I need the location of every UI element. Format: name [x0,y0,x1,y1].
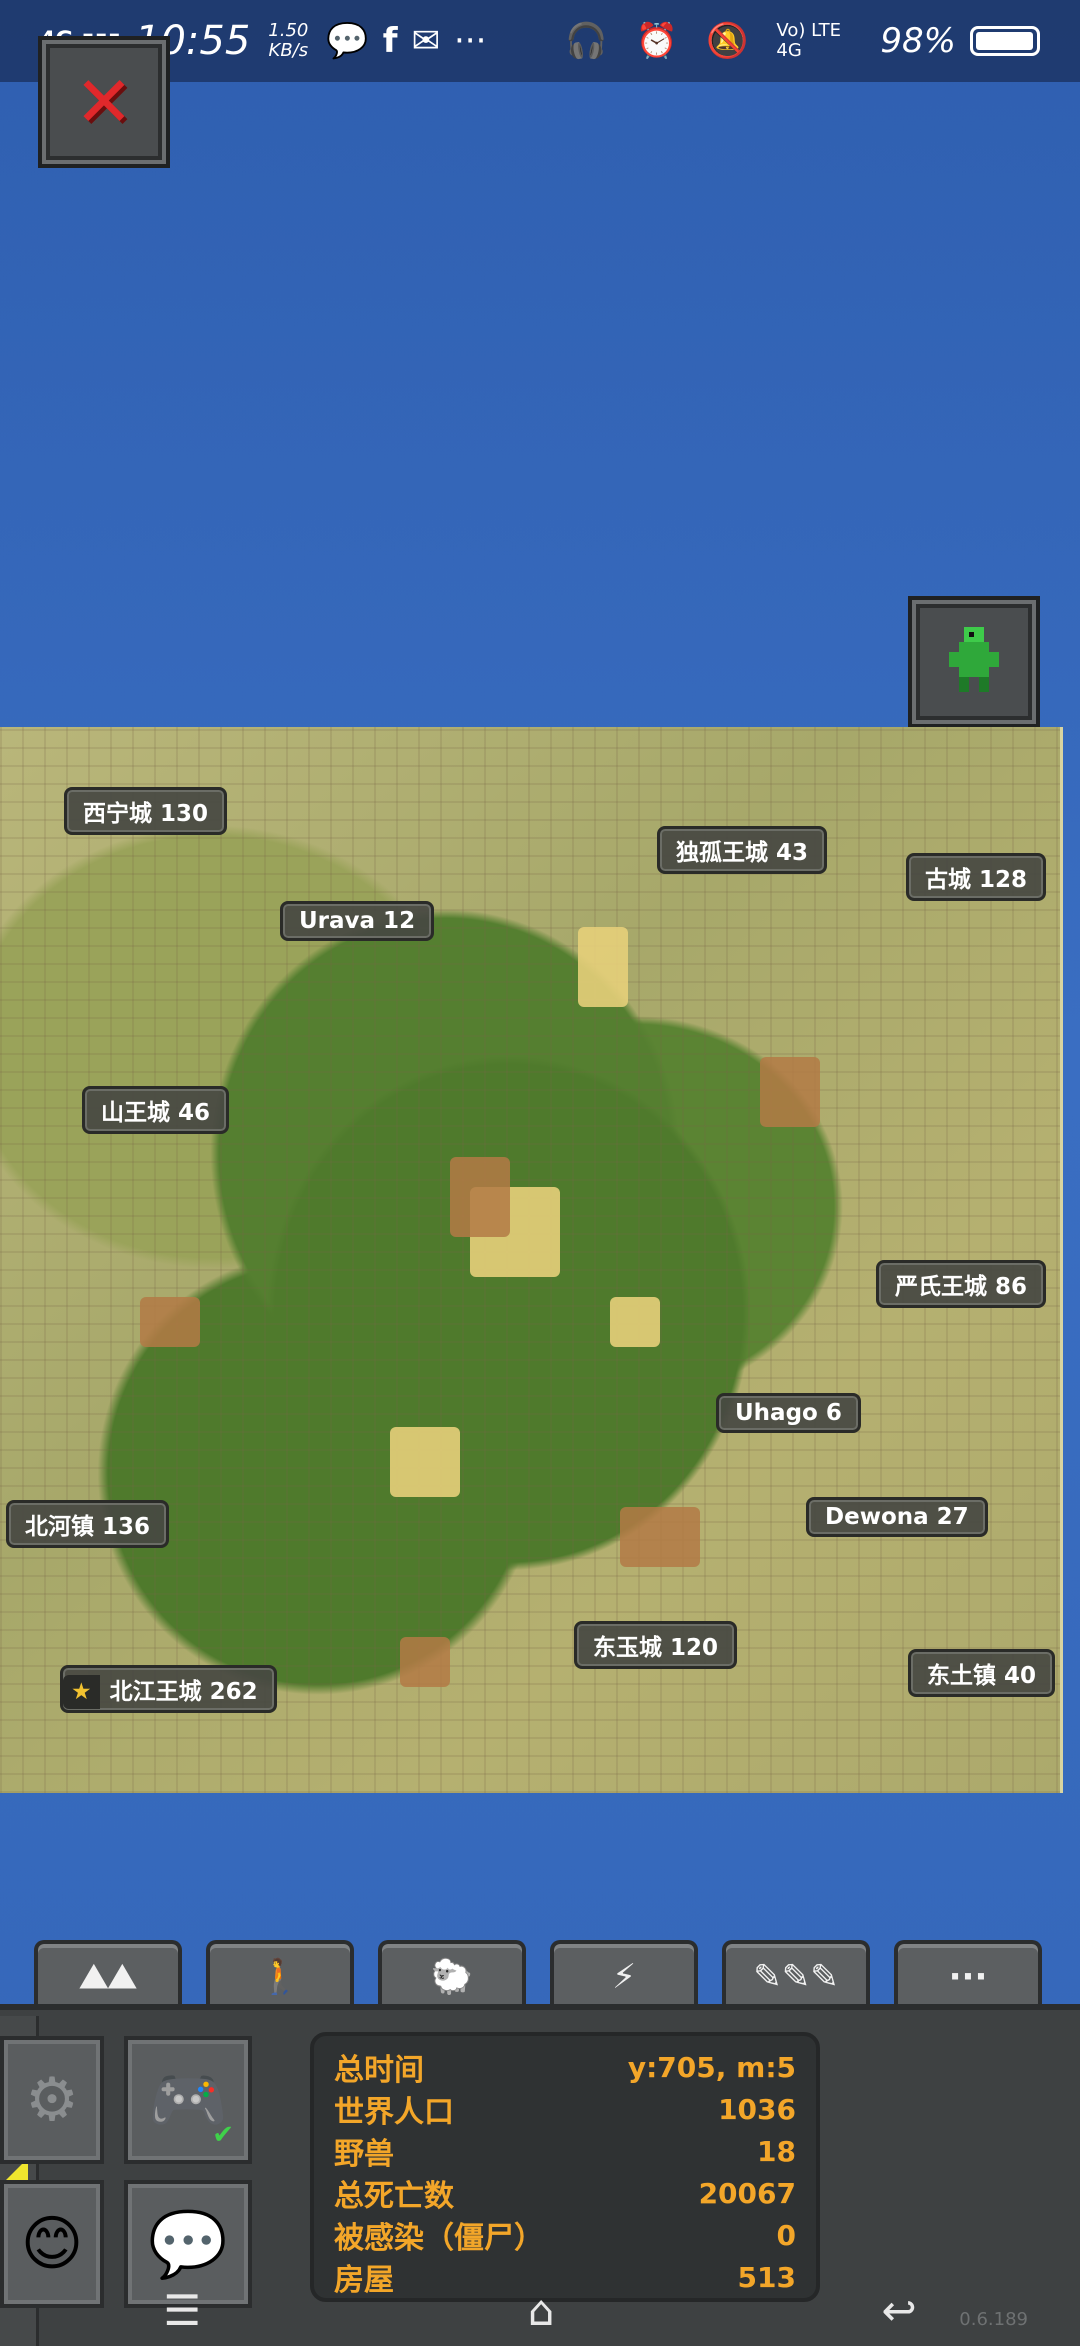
speed-unit: KB/s [268,40,309,61]
stat-label: 总时间 [334,2053,424,2088]
stat-row: 世界人口 1036 [334,2088,796,2131]
stat-value: 1036 [718,2092,796,2126]
city-label[interactable]: 东玉城 120 [574,1621,738,1669]
tab-more[interactable]: ··· [894,1940,1042,2010]
dirt-patch [620,1507,700,1567]
stat-label: 总死亡数 [334,2179,454,2214]
tab-tools[interactable]: ✎✎✎ [722,1940,870,2010]
stat-label: 世界人口 [334,2095,454,2130]
creature-button[interactable] [908,596,1040,728]
facebook-icon: f [382,21,398,61]
city-label[interactable]: Urava 12 [280,901,435,941]
checkmark-icon: ✔ [212,2120,234,2150]
world-stats-panel: 总时间 y:705, m:5 世界人口 1036 野兽 18 总死亡数 20067 被感… [310,2032,820,2302]
city-label[interactable]: 独孤王城 43 [657,826,828,874]
stat-value: 0 [776,2218,796,2252]
home-nav-icon[interactable]: ⌂ [528,2286,555,2335]
tab-disasters[interactable]: ⚡ [550,1940,698,2010]
stat-label: 野兽 [334,2137,394,2172]
mute-icon: 🔕 [706,21,749,61]
sand-patch [578,927,628,1007]
network-speed: 1.50 KB/s [268,21,308,61]
city-label[interactable]: 严氏王城 86 [876,1260,1047,1308]
battery-percent: 98% [880,21,956,61]
world-map[interactable]: 西宁城 130 独孤王城 43 古城 128 Urava 12 山王城 46 严… [0,727,1063,1793]
stat-value: 18 [757,2134,796,2168]
gamepad-button[interactable]: 🎮 ✔ [124,2036,252,2164]
close-icon: ✕ [74,61,134,143]
stat-value: y:705, m:5 [627,2050,796,2084]
sand-patch [390,1427,460,1497]
speed-value: 1.50 [268,20,309,41]
chat-bubble-icon: 💬 [148,2207,228,2282]
headphones-icon: 🎧 [565,21,608,61]
mountains-icon: ⛰⛰ [79,1957,137,1997]
stat-row: 总死亡数 20067 [334,2172,796,2215]
battery-level [976,32,1033,50]
settings-power-button[interactable]: ⚙ [0,2036,104,2164]
alarm-icon: ⏰ [635,21,679,61]
stat-label: 被感染（僵尸） [334,2221,544,2256]
wechat-icon: 💬 [326,21,369,61]
tab-animals[interactable]: 🐑 [378,1940,526,2010]
tab-creatures[interactable]: 🚶 [206,1940,354,2010]
back-nav-icon[interactable]: ↩ [881,2286,916,2335]
city-label[interactable]: Uhago 6 [716,1393,861,1433]
sand-patch [610,1297,660,1347]
capital-city-text: 北江王城 262 [109,1679,258,1705]
dirt-patch [450,1157,510,1237]
dirt-patch [400,1637,450,1687]
city-label[interactable]: 北河镇 136 [6,1500,170,1548]
dirt-patch [140,1297,200,1347]
city-label[interactable]: 古城 128 [906,853,1047,901]
capital-city-label[interactable]: ★ 北江王城 262 [60,1665,277,1713]
mail-icon: ✉ [411,21,441,61]
menu-nav-icon[interactable]: ☰ [163,2286,201,2335]
gear-icon: ⚙ [25,2065,79,2135]
signal-label: Vo) LTE 4G [776,20,842,61]
tools-icon: ✎✎✎ [753,1957,839,1997]
tab-terrain[interactable]: ⛰⛰ [34,1940,182,2010]
capital-star-icon: ★ [63,1675,100,1709]
city-label[interactable]: 山王城 46 [82,1086,230,1134]
dirt-patch [760,1057,820,1127]
power-category-tabs: ⛰⛰ 🚶 🐑 ⚡ ✎✎✎ ··· [0,1940,1080,2010]
city-label[interactable]: 东土镇 40 [908,1649,1056,1697]
system-nav-bar: ☰ ⌂ ↩ [0,2280,1080,2340]
battery-icon [970,26,1040,56]
close-button[interactable]: ✕ [38,36,170,168]
stat-row: 野兽 18 [334,2130,796,2173]
smiley-icon: 😊 [20,2209,84,2279]
storm-icon: ⚡ [612,1957,636,1997]
person-icon: 🚶 [258,1957,302,1997]
city-label[interactable]: 西宁城 130 [64,787,228,835]
city-label[interactable]: Dewona 27 [806,1497,988,1537]
green-creature-icon [949,627,999,692]
stat-row: 总时间 y:705, m:5 [334,2046,796,2089]
sheep-icon: 🐑 [430,1957,474,1997]
stat-value: 20067 [698,2176,796,2210]
more-icon: ··· [948,1957,988,1997]
stat-row: 被感染（僵尸） 0 [334,2214,796,2257]
more-notifications: ··· [454,21,487,61]
